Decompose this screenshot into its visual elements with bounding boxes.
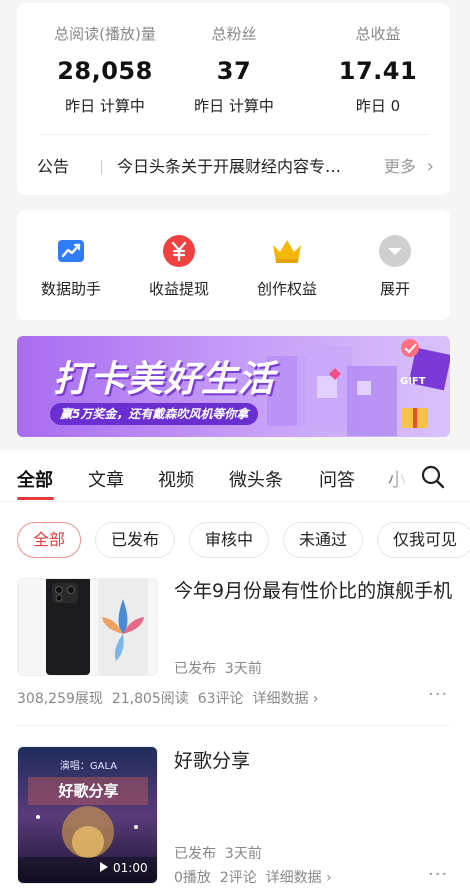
notice-text[interactable]: 今日头条关于开展财经内容专… [117,153,367,181]
active-tab-indicator [17,497,54,500]
tools-card: 数据助手 收益提现 创作权益 展开 [17,210,450,320]
chevron-right-icon: › [426,156,434,177]
stat-value: 17.41 [338,57,418,85]
article-time: 3天前 [224,846,262,862]
tab-micro-posts[interactable]: 微头条 [229,466,283,492]
more-options-icon[interactable]: ··· [428,684,448,705]
filter-published[interactable]: 已发布 [95,522,175,558]
filter-reviewing[interactable]: 审核中 [189,522,269,558]
chart-icon [54,234,88,268]
article-comments: 63评论 [197,691,244,707]
stat-sub: 昨日 计算中 [65,97,145,115]
yen-icon [162,234,196,268]
content-tabbar: 全部 文章 视频 微头条 问答 小 [0,450,470,502]
stat-sub: 昨日 0 [355,97,401,115]
article-title[interactable]: 今年9月份最有性价比的旗舰手机 [174,576,454,606]
thumb-title: 好歌分享 [58,782,119,800]
tool-withdraw[interactable]: 收益提现 [129,234,229,299]
article-stats: 308,259展现 21,805阅读 63评论 详细数据 › [17,688,319,708]
tab-articles[interactable]: 文章 [88,466,124,492]
video-thumbnail: 演唱：GALA 好歌分享 01:00 [17,746,158,884]
article-comments: 2评论 [219,870,257,886]
divider [17,725,450,726]
tool-data-assistant[interactable]: 数据助手 [21,234,121,299]
notice-separator [101,160,102,174]
stat-sub: 昨日 计算中 [194,97,274,115]
notice-bar[interactable]: 公告 今日头条关于开展财经内容专… 更多 › [37,153,434,181]
content-area: 全部 已发布 审核中 未通过 仅我可见 今年9月份最有性价比的旗舰手机 已发布 … [0,502,470,888]
article-detail-link[interactable]: 详细数据 [266,870,322,886]
article-title[interactable]: 好歌分享 [174,746,454,776]
notice-more-link[interactable]: 更多 [384,153,416,181]
tool-label: 创作权益 [256,280,317,298]
article-views: 0播放 [174,870,211,886]
article-views: 308,259展现 [17,691,103,707]
article-stats: 0播放 2评论 详细数据 › [174,867,332,887]
stat-label: 总收益 [355,25,401,43]
crown-icon [270,234,304,268]
article-thumbnail [17,578,158,676]
search-icon[interactable] [420,464,446,494]
chevron-right-icon: › [312,691,319,707]
tool-label: 数据助手 [40,280,101,298]
tab-qa[interactable]: 问答 [319,466,355,492]
banner-gift-text: GIFT [400,376,426,387]
article-status-label: 已发布 [174,846,216,862]
tool-label: 展开 [379,280,410,298]
article-time: 3天前 [224,661,262,677]
stat-label: 总粉丝 [211,25,257,43]
chevron-right-icon: › [326,870,332,886]
stat-value: 37 [216,57,252,85]
expand-icon [378,234,412,268]
video-duration: 01:00 [113,861,148,875]
notice-label: 公告 [37,157,70,176]
article-status: 已发布 3天前 [174,658,262,678]
banner-title: 打卡美好生活 [53,359,276,400]
article-detail-link[interactable]: 详细数据 [252,691,308,707]
tool-creator-rights[interactable]: 创作权益 [237,234,337,299]
more-options-icon[interactable]: ··· [428,864,448,885]
filter-all[interactable]: 全部 [17,522,81,558]
tool-expand[interactable]: 展开 [345,234,445,299]
article-item[interactable]: 今年9月份最有性价比的旗舰手机 已发布 3天前 308,259展现 21,805… [0,578,470,728]
banner-subtitle: 赢5万奖金，还有戴森吹风机等你拿 [50,403,259,425]
tool-label: 收益提现 [148,280,209,298]
divider [39,134,428,135]
article-item[interactable]: 演唱：GALA 好歌分享 01:00 好歌分享 已发布 3天前 0播放 2评论 … [0,746,470,888]
stats-card: 总阅读(播放)量 28,058 昨日 计算中 总粉丝 37 昨日 计算中 总收益… [17,3,450,195]
article-status: 已发布 3天前 [174,843,262,863]
article-reads: 21,805阅读 [111,691,189,707]
article-status-label: 已发布 [174,661,216,677]
filter-private[interactable]: 仅我可见 [377,522,470,558]
tab-videos[interactable]: 视频 [158,466,194,492]
tab-all[interactable]: 全部 [17,466,53,492]
promo-banner[interactable]: 打卡美好生活 赢5万奖金，还有戴森吹风机等你拿 GIFT [17,336,450,437]
stat-label: 总阅读(播放)量 [54,25,156,43]
stat-value: 28,058 [57,57,153,85]
tab-fade [378,450,408,502]
filter-rejected[interactable]: 未通过 [283,522,363,558]
thumb-subtitle: 演唱：GALA [59,761,118,772]
